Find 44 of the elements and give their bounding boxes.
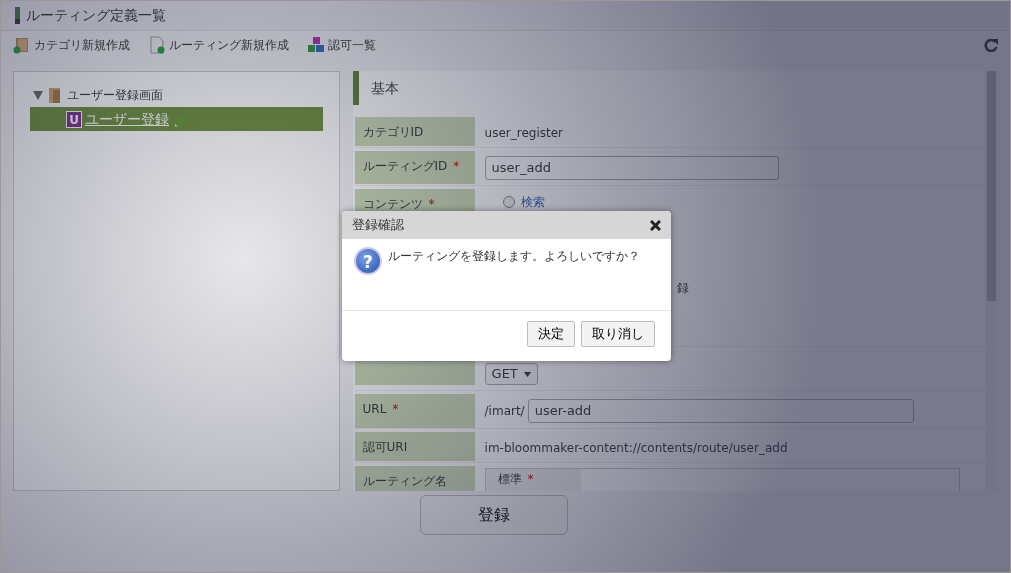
dialog-message: ルーティングを登録します。よろしいですか？: [388, 248, 640, 265]
register-button[interactable]: 登録: [420, 495, 568, 535]
question-icon: ?: [354, 247, 382, 275]
radio-label[interactable]: 検索: [520, 193, 545, 211]
field-label: カテゴリID: [362, 124, 424, 141]
radio-button[interactable]: [502, 196, 515, 208]
field-label: ルーティング名: [362, 473, 447, 490]
scrollbar[interactable]: [985, 71, 998, 491]
required-mark: *: [392, 401, 399, 418]
field-label: ルーティングID: [362, 158, 448, 175]
title-icon: [15, 7, 20, 24]
required-mark: *: [428, 196, 435, 213]
document-add-icon: [148, 36, 166, 54]
folder-add-icon: [13, 36, 31, 54]
field-label: URL: [362, 401, 387, 418]
text-field[interactable]: user-add: [527, 399, 914, 423]
text-field[interactable]: user_add: [484, 156, 779, 180]
refresh-icon[interactable]: [984, 38, 998, 52]
field-value: im-bloommaker-content://contents/route/user_add: [484, 441, 788, 455]
dialog-title: 登録確認: [352, 216, 404, 235]
required-mark: *: [453, 158, 460, 175]
locale-label: 標準: [497, 471, 522, 488]
toolbar-button[interactable]: カテゴリ新規作成: [34, 36, 130, 54]
caret-icon: [523, 371, 531, 377]
blocks-icon: [307, 36, 325, 54]
dialog-button[interactable]: 決定: [527, 321, 575, 347]
tree-item-highlight[interactable]: U ユーザー登録: [30, 107, 323, 131]
required-mark: *: [527, 471, 534, 488]
close-icon[interactable]: [650, 219, 661, 231]
field-label: コンテンツ: [362, 196, 423, 213]
radio-label: 録: [676, 280, 689, 297]
toolbar-button[interactable]: ルーティング新規作成: [169, 36, 289, 54]
dialog-button[interactable]: 取り消し: [581, 321, 655, 347]
tree-node[interactable]: ユーザー登録画面: [67, 86, 163, 104]
folder-icon: [49, 87, 61, 103]
field-value: user_register: [484, 126, 563, 140]
toolbar-button[interactable]: 認可一覧: [328, 36, 376, 54]
select-field[interactable]: GET: [484, 363, 538, 385]
window-title: ルーティング定義一覧: [26, 6, 166, 25]
url-prefix: /imart/: [484, 403, 525, 420]
tree-node[interactable]: ユーザー登録: [85, 108, 169, 130]
badge-u: U: [66, 110, 82, 128]
select-value: GET: [491, 365, 518, 384]
field-label: 認可URI: [362, 439, 408, 456]
